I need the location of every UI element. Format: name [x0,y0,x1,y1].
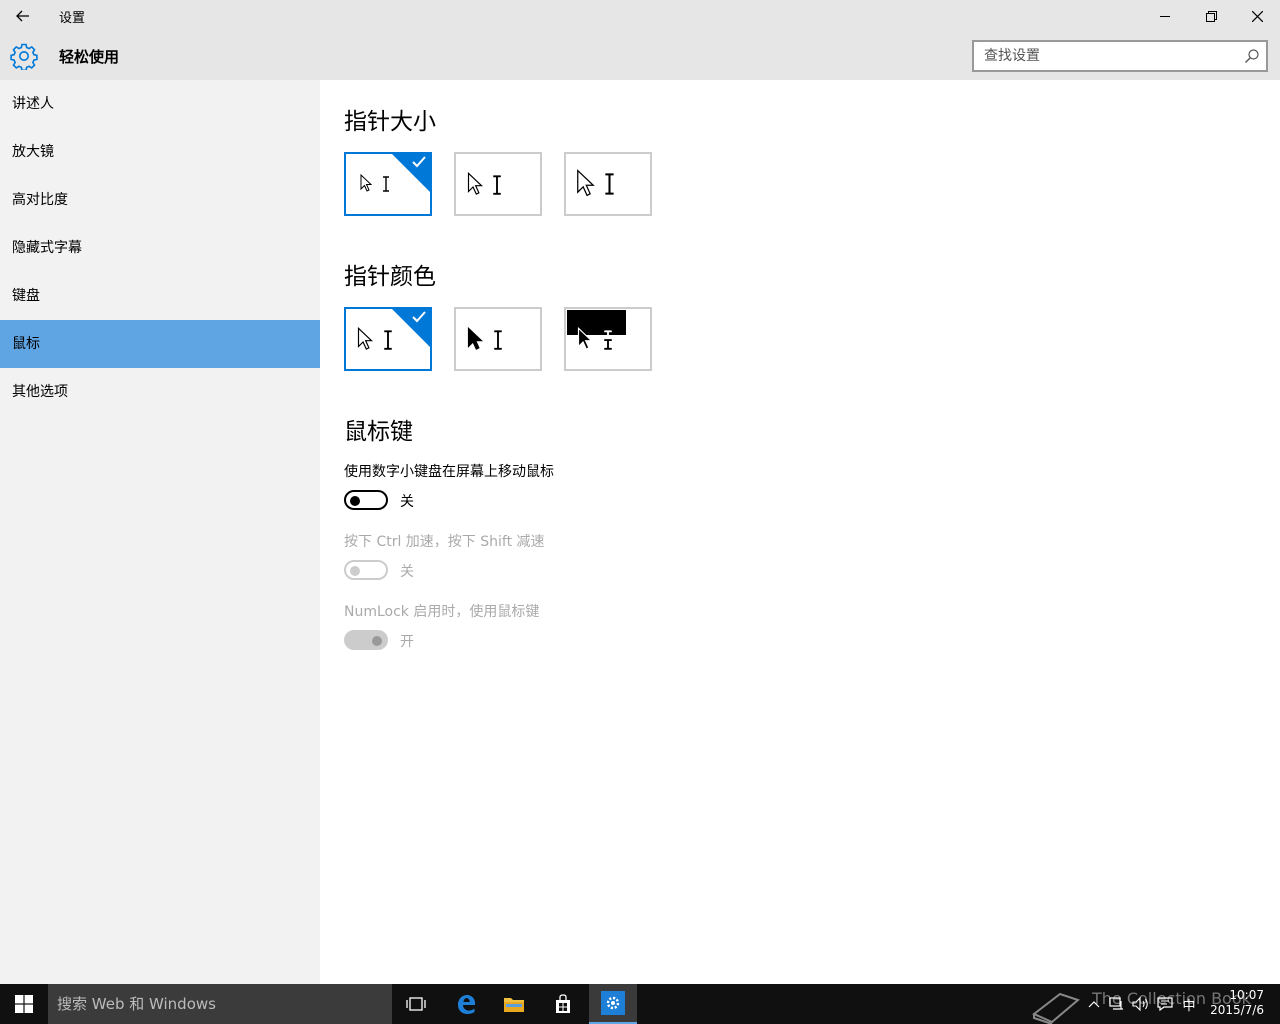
show-hidden-icons-button[interactable] [1084,984,1104,1024]
ime-indicator[interactable]: 中 [1178,984,1200,1024]
sidebar-item-other-options[interactable]: 其他选项 [0,368,320,416]
pointer-color-black-option[interactable] [454,307,542,371]
pointer-size-small-option[interactable] [344,152,432,216]
message-icon [1157,997,1173,1011]
task-view-icon [406,997,426,1011]
pointer-color-white-option[interactable] [344,307,432,371]
ctrl-shift-speed-toggle-state: 关 [400,564,414,580]
watermark-book-icon [1032,992,1081,1024]
chevron-up-icon [1088,1001,1100,1008]
ctrl-shift-speed-label: 按下 Ctrl 加速，按下 Shift 减速 [344,534,545,550]
mouse-keys-toggle[interactable] [344,490,388,510]
search-box[interactable] [972,40,1268,72]
sidebar-item-closed-captions[interactable]: 隐藏式字幕 [0,224,320,272]
sidebar-item-narrator[interactable]: 讲述人 [0,80,320,128]
speaker-icon [1132,997,1148,1011]
minimize-icon [1160,16,1170,17]
arrow-pointer-icon [577,169,595,197]
start-button[interactable] [0,984,48,1024]
mouse-keys-heading: 鼠标键 [344,419,413,445]
ctrl-shift-speed-toggle[interactable] [344,560,388,580]
sidebar: 讲述人 放大镜 高对比度 隐藏式字幕 键盘 鼠标 其他选项 [0,80,320,984]
numlock-mouse-keys-label: NumLock 启用时，使用鼠标键 [344,604,540,620]
text-cursor-icon [493,175,501,195]
numlock-mouse-keys-toggle-state: 开 [400,634,414,650]
back-button[interactable] [0,0,46,32]
numlock-mouse-keys-toggle[interactable] [344,630,388,650]
task-view-button[interactable] [392,984,440,1024]
text-cursor-icon [384,330,392,350]
pointer-size-medium-option[interactable] [454,152,542,216]
window-title: 设置 [59,11,86,26]
action-center-button[interactable] [1154,984,1176,1024]
search-icon[interactable] [1244,48,1260,64]
mouse-keys-toggle-state: 关 [400,494,414,510]
pointer-color-heading: 指针颜色 [344,264,436,290]
sidebar-item-magnifier[interactable]: 放大镜 [0,128,320,176]
sidebar-item-high-contrast[interactable]: 高对比度 [0,176,320,224]
toggle-knob [350,496,360,506]
inverted-preview-block [567,310,626,335]
store-button[interactable] [539,984,587,1024]
gear-icon [10,43,38,70]
toggle-knob [372,636,382,646]
back-arrow-icon [16,10,29,22]
taskbar-search-box[interactable]: 搜索 Web 和 Windows [48,984,392,1024]
page-title: 轻松使用 [59,48,120,66]
edge-button[interactable] [442,984,490,1024]
settings-taskbar-button[interactable] [589,984,637,1024]
page-header: 轻松使用 [0,32,1280,80]
close-icon [1251,10,1263,22]
settings-gear-icon [601,991,625,1015]
arrow-pointer-black-icon [467,327,483,350]
clock-time: 10:07 [1229,988,1264,1002]
main-content: 指针大小 指针颜色 鼠标键 使用数字小键盘在屏幕上移动鼠标 关 按下 Ctrl … [320,80,1280,984]
restore-icon [1205,10,1217,22]
text-cursor-icon [494,330,502,350]
sidebar-item-mouse[interactable]: 鼠标 [0,320,320,368]
text-cursor-icon [605,173,614,195]
sidebar-item-keyboard[interactable]: 键盘 [0,272,320,320]
taskbar: 搜索 Web 和 Windows The Collection Book 中 1… [0,984,1280,1024]
volume-tray-button[interactable] [1130,984,1152,1024]
network-tray-button[interactable] [1106,984,1128,1024]
pointer-size-heading: 指针大小 [344,109,436,135]
search-input[interactable] [974,42,1234,70]
pointer-color-inverted-option[interactable] [564,307,652,371]
title-bar: 设置 [0,0,1280,32]
close-button[interactable] [1234,0,1280,32]
arrow-pointer-white-icon [357,327,373,350]
clock-date: 2015/7/6 [1210,1003,1264,1017]
checkmark-icon [412,156,426,168]
minimize-button[interactable] [1142,0,1188,32]
taskbar-clock[interactable]: 10:07 2015/7/6 [1210,988,1264,1018]
network-icon [1109,997,1123,1010]
edge-icon [458,995,475,1014]
mouse-keys-toggle-label: 使用数字小键盘在屏幕上移动鼠标 [344,464,554,480]
toggle-knob [350,566,360,576]
windows-logo-icon [15,995,33,1013]
checkmark-icon [412,311,426,323]
pointer-size-large-option[interactable] [564,152,652,216]
text-cursor-icon [604,330,612,350]
folder-icon [504,998,524,1012]
text-cursor-icon [383,176,389,192]
file-explorer-button[interactable] [490,984,538,1024]
arrow-pointer-icon [467,172,483,195]
arrow-pointer-icon [360,174,372,192]
store-icon [556,994,570,1013]
restore-button[interactable] [1188,0,1234,32]
arrow-pointer-inverted-icon [577,327,593,350]
